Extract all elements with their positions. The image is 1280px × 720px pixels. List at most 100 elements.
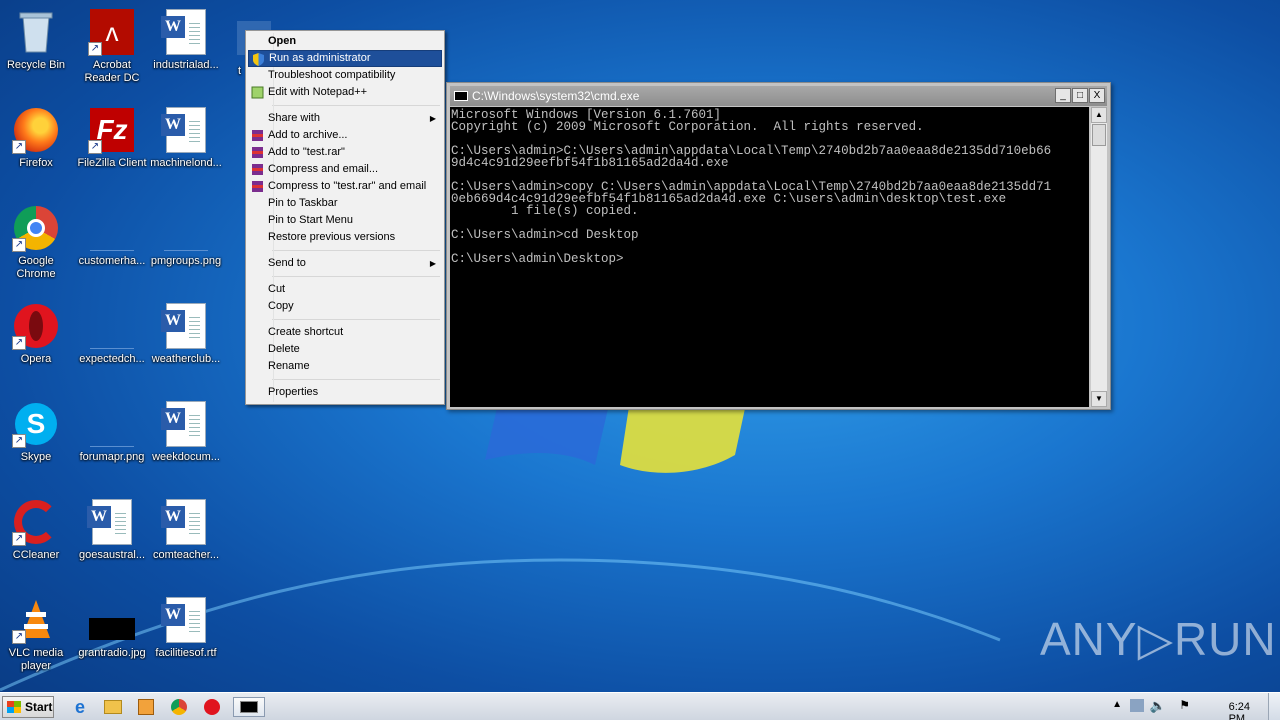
winrar-icon	[251, 146, 264, 159]
desktop-icon-recycle-bin[interactable]: Recycle Bin	[0, 8, 73, 72]
cmd-titlebar[interactable]: C:\Windows\system32\cmd.exe _ □ X	[450, 86, 1107, 106]
desktop-icon-expectedch[interactable]: expectedch...	[75, 302, 149, 366]
media-player-icon	[138, 699, 154, 715]
minimize-button[interactable]: _	[1055, 88, 1071, 103]
menu-item-restore-versions[interactable]: Restore previous versions	[248, 229, 442, 246]
word-doc-icon: W	[87, 498, 136, 546]
desktop-icon-machinelond[interactable]: W machinelond...	[149, 106, 223, 170]
action-center-flag-icon[interactable]: ⚑	[1179, 698, 1190, 712]
window-controls: _ □ X	[1055, 88, 1105, 103]
shortcut-arrow-icon: ↗	[12, 238, 26, 252]
desktop-icon-forumapr[interactable]: forumapr.png	[75, 400, 149, 464]
desktop-icon-weekdocum[interactable]: W weekdocum...	[149, 400, 223, 464]
menu-item-add-test-rar[interactable]: Add to "test.rar"	[248, 144, 442, 161]
menu-item-add-archive[interactable]: Add to archive...	[248, 127, 442, 144]
desktop-icon-label: customerha...	[78, 255, 146, 267]
menu-item-share-with[interactable]: Share with ▶	[248, 110, 442, 127]
desktop-icon-label: Skype	[20, 451, 52, 463]
menu-item-open[interactable]: Open	[248, 33, 442, 50]
image-file-icon	[162, 204, 210, 252]
desktop-icon-firefox[interactable]: ↗ Firefox	[0, 106, 73, 170]
menu-item-label: Compress to "test.rar" and email	[268, 180, 427, 192]
close-button[interactable]: X	[1089, 88, 1105, 103]
clock[interactable]: 6:24 PM	[1229, 701, 1250, 720]
submenu-arrow-icon: ▶	[429, 114, 436, 123]
maximize-button[interactable]: □	[1072, 88, 1088, 103]
notepadpp-icon	[251, 86, 264, 99]
start-button[interactable]: Start	[2, 696, 54, 718]
desktop-icon-label: CCleaner	[12, 549, 60, 561]
taskbar-media-player-button[interactable]	[134, 697, 158, 717]
desktop-icon-acrobat[interactable]: ᴧ ↗ Acrobat Reader DC	[75, 8, 149, 85]
network-icon[interactable]	[1130, 699, 1144, 712]
volume-icon[interactable]: 🔈	[1150, 698, 1166, 714]
image-file-icon	[88, 204, 136, 252]
menu-item-rename[interactable]: Rename	[248, 358, 442, 375]
desktop-icon-label: pmgroups.png	[150, 255, 222, 267]
menu-item-create-shortcut[interactable]: Create shortcut	[248, 324, 442, 341]
taskbar-chrome-button[interactable]	[167, 697, 191, 717]
desktop-icon-weatherclub[interactable]: W weatherclub...	[149, 302, 223, 366]
desktop-icon-pmgroups[interactable]: pmgroups.png	[149, 204, 223, 268]
menu-item-compress-test-email[interactable]: Compress to "test.rar" and email	[248, 178, 442, 195]
menu-item-edit-notepad[interactable]: Edit with Notepad++	[248, 84, 442, 101]
desktop-icon-skype[interactable]: S ↗ Skype	[0, 400, 73, 464]
desktop-icon-vlc[interactable]: ↗ VLC media player	[0, 596, 73, 673]
scrollbar-thumb[interactable]	[1092, 124, 1106, 146]
menu-item-compress-email[interactable]: Compress and email...	[248, 161, 442, 178]
shortcut-arrow-icon: ↗	[12, 434, 26, 448]
menu-separator	[272, 276, 440, 277]
opera-icon	[204, 699, 220, 715]
desktop-icon-grantradio[interactable]: grantradio.jpg	[75, 596, 149, 660]
desktop-icon-goesaustral[interactable]: W goesaustral...	[75, 498, 149, 562]
skype-icon: S ↗	[12, 400, 60, 448]
taskbar-opera-button[interactable]	[200, 697, 224, 717]
menu-separator	[272, 319, 440, 320]
taskbar-cmd-button[interactable]	[233, 697, 265, 717]
vertical-scrollbar[interactable]: ▲ ▼	[1090, 107, 1107, 407]
scroll-up-arrow-icon[interactable]: ▲	[1091, 107, 1107, 123]
desktop-icon-industrialad[interactable]: W industrialad...	[149, 8, 223, 72]
show-desktop-button[interactable]	[1268, 693, 1280, 720]
menu-separator	[272, 379, 440, 380]
menu-item-properties[interactable]: Properties	[248, 384, 442, 401]
taskbar-ie-button[interactable]: e	[68, 697, 92, 717]
image-file-icon	[88, 596, 136, 644]
menu-item-label: Add to archive...	[268, 129, 348, 141]
menu-item-label: Run as administrator	[269, 52, 371, 64]
desktop-icon-ccleaner[interactable]: ↗ CCleaner	[0, 498, 73, 562]
desktop-icon-customerha[interactable]: customerha...	[75, 204, 149, 268]
console-output[interactable]: Microsoft Windows [Version 6.1.7601] Cop…	[450, 107, 1089, 407]
submenu-arrow-icon: ▶	[429, 259, 436, 268]
menu-item-send-to[interactable]: Send to ▶	[248, 255, 442, 272]
desktop-icon-label: Firefox	[19, 157, 53, 169]
desktop-icon-comteacher[interactable]: W comteacher...	[149, 498, 223, 562]
menu-separator	[272, 250, 440, 251]
cmd-window[interactable]: C:\Windows\system32\cmd.exe _ □ X Micros…	[446, 82, 1111, 410]
winrar-icon	[251, 163, 264, 176]
scroll-down-arrow-icon[interactable]: ▼	[1091, 391, 1107, 407]
word-doc-icon: W	[161, 400, 210, 448]
menu-item-cut[interactable]: Cut	[248, 281, 442, 298]
desktop-icon-opera[interactable]: ↗ Opera	[0, 302, 73, 366]
desktop-icon-filezilla[interactable]: Fz ↗ FileZilla Client	[75, 106, 149, 170]
menu-item-run-as-admin[interactable]: Run as administrator	[248, 50, 442, 67]
menu-item-label: Pin to Taskbar	[268, 197, 338, 209]
menu-item-label: Copy	[268, 300, 294, 312]
desktop-icon-label: industrialad...	[153, 59, 219, 71]
taskbar-explorer-button[interactable]	[101, 697, 125, 717]
start-label: Start	[25, 700, 53, 714]
opera-icon: ↗	[12, 302, 60, 350]
menu-item-troubleshoot[interactable]: Troubleshoot compatibility	[248, 67, 442, 84]
menu-item-delete[interactable]: Delete	[248, 341, 442, 358]
desktop-icon-facilitiesof[interactable]: W facilitiesof.rtf	[149, 596, 223, 660]
menu-item-pin-start[interactable]: Pin to Start Menu	[248, 212, 442, 229]
shortcut-arrow-icon: ↗	[12, 630, 26, 644]
show-hidden-icons-icon[interactable]: ▲	[1112, 699, 1122, 710]
desktop-icon-chrome[interactable]: ↗ Google Chrome	[0, 204, 73, 281]
menu-separator	[272, 105, 440, 106]
menu-item-pin-taskbar[interactable]: Pin to Taskbar	[248, 195, 442, 212]
menu-item-copy[interactable]: Copy	[248, 298, 442, 315]
desktop-icon-label: grantradio.jpg	[78, 647, 146, 659]
cmd-title: C:\Windows\system32\cmd.exe	[472, 89, 640, 103]
